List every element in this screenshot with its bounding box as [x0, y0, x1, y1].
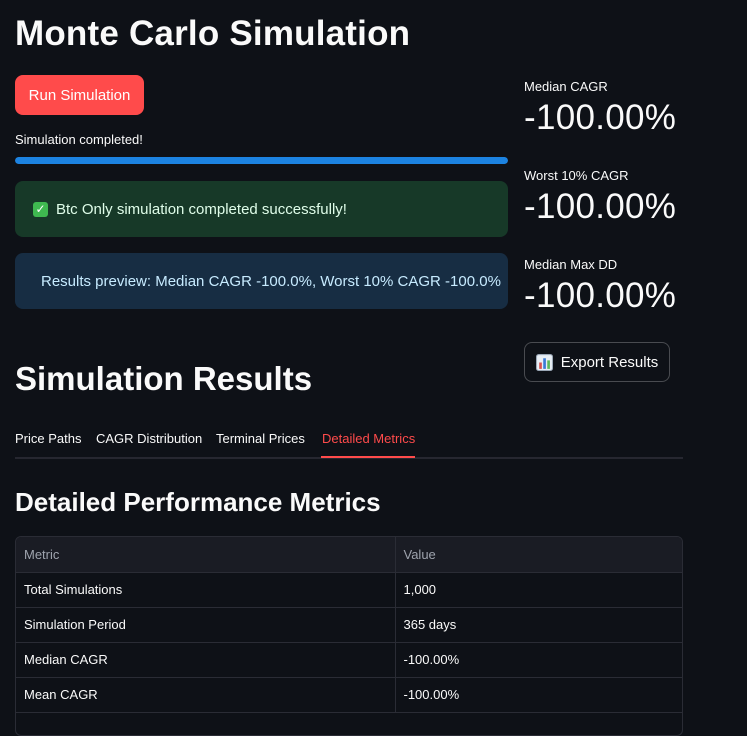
- table-cell: Total Simulations: [16, 572, 396, 608]
- page-title: Monte Carlo Simulation: [15, 14, 411, 53]
- tab-cagr-distribution[interactable]: CAGR Distribution: [96, 420, 202, 457]
- progress-bar-fill: [15, 157, 508, 164]
- metric-median-cagr: Median CAGR -100.00%: [524, 79, 724, 138]
- metric-label: Median Max DD: [524, 257, 618, 272]
- table-header-row: Metric Value: [16, 537, 682, 573]
- metric-value: -100.00%: [524, 276, 677, 315]
- table-cell: Median CAGR: [16, 642, 396, 678]
- check-mark-icon: ✓: [33, 201, 48, 217]
- info-alert: Results preview: Median CAGR -100.0%, Wo…: [15, 253, 508, 309]
- export-results-label: Export Results: [560, 353, 659, 371]
- tab-price-paths[interactable]: Price Paths: [15, 420, 81, 457]
- table-cell: 365 days: [395, 607, 682, 643]
- success-alert: ✓ Btc Only simulation completed successf…: [15, 181, 508, 237]
- table-row: Median CAGR -100.00%: [16, 642, 682, 678]
- table-row: Simulation Period 365 days: [16, 607, 682, 643]
- export-results-button[interactable]: Export Results: [524, 342, 670, 382]
- metrics-table: Metric Value Total Simulations 1,000 Sim…: [15, 536, 683, 736]
- table-cell: -100.00%: [395, 642, 682, 678]
- table-cell: Simulation Period: [16, 607, 396, 643]
- run-simulation-button[interactable]: Run Simulation: [15, 75, 144, 115]
- tab-terminal-prices[interactable]: Terminal Prices: [216, 420, 305, 457]
- results-tabs: Price Paths CAGR Distribution Terminal P…: [15, 420, 683, 459]
- active-tab-indicator: [321, 456, 415, 458]
- metric-worst-10-cagr: Worst 10% CAGR -100.00%: [524, 168, 724, 227]
- table-cell: Mean CAGR: [16, 677, 396, 713]
- bar-chart-icon: [535, 353, 553, 371]
- metric-value: -100.00%: [524, 98, 677, 137]
- column-header-metric[interactable]: Metric: [16, 537, 396, 573]
- progress-bar: [15, 157, 508, 164]
- progress-status-text: Simulation completed!: [15, 132, 143, 147]
- metric-value: -100.00%: [524, 187, 677, 226]
- table-row: Total Simulations 1,000: [16, 572, 682, 608]
- detailed-metrics-title: Detailed Performance Metrics: [15, 487, 381, 517]
- tab-detailed-metrics[interactable]: Detailed Metrics: [322, 420, 415, 457]
- table-cell: -100.00%: [395, 677, 682, 713]
- info-alert-text: Results preview: Median CAGR -100.0%, Wo…: [41, 272, 501, 290]
- metric-label: Median CAGR: [524, 79, 608, 94]
- table-cell: 1,000: [395, 572, 682, 608]
- success-alert-text: Btc Only simulation completed successful…: [56, 200, 347, 218]
- section-title: Simulation Results: [15, 360, 313, 397]
- metric-median-max-dd: Median Max DD -100.00%: [524, 257, 724, 316]
- table-row: Mean CAGR -100.00%: [16, 677, 682, 713]
- column-header-value[interactable]: Value: [395, 537, 682, 573]
- metric-label: Worst 10% CAGR: [524, 168, 629, 183]
